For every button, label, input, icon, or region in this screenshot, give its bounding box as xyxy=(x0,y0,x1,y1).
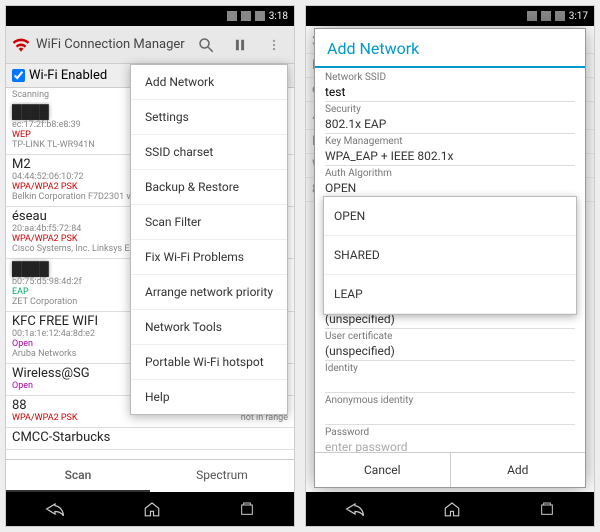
auth-option-open[interactable]: OPEN xyxy=(324,197,576,236)
back-icon[interactable] xyxy=(345,502,365,516)
back-icon[interactable] xyxy=(45,502,65,516)
home-icon[interactable] xyxy=(443,501,461,517)
auth-option-leap[interactable]: LEAP xyxy=(324,275,576,314)
overflow-icon[interactable] xyxy=(260,31,288,59)
auth-dropdown: OPEN SHARED LEAP xyxy=(323,196,577,315)
menu-fix-wifi[interactable]: Fix Wi-Fi Problems xyxy=(131,240,287,275)
anon-input[interactable] xyxy=(325,406,575,425)
add-button[interactable]: Add xyxy=(451,453,586,487)
ssid-label: Network SSID xyxy=(325,72,575,83)
menu-scan-filter[interactable]: Scan Filter xyxy=(131,205,287,240)
field-security: Security 802.1x EAP xyxy=(325,104,575,134)
field-keymgmt: Key Management WPA_EAP + IEEE 802.1x xyxy=(325,136,575,166)
home-icon[interactable] xyxy=(143,501,161,517)
status-icon xyxy=(555,11,565,21)
password-input[interactable]: enter password xyxy=(325,438,575,452)
dialog-body: Network SSID test Security 802.1x EAP Ke… xyxy=(315,68,585,452)
status-time: 3:17 xyxy=(569,11,588,22)
network-item[interactable]: CMCC-Starbucks xyxy=(6,428,294,450)
menu-backup-restore[interactable]: Backup & Restore xyxy=(131,170,287,205)
usercert-label: User certificate xyxy=(325,331,575,342)
menu-ssid-charset[interactable]: SSID charset xyxy=(131,135,287,170)
menu-network-tools[interactable]: Network Tools xyxy=(131,310,287,345)
field-auth: Auth Algorithm OPEN xyxy=(325,168,575,198)
status-bar: 3:17 xyxy=(306,6,594,26)
wifi-enabled-label: Wi-Fi Enabled xyxy=(29,68,107,83)
anon-label: Anonymous identity xyxy=(325,395,575,406)
field-usercert: User certificate (unspecified) xyxy=(325,331,575,361)
identity-label: Identity xyxy=(325,363,575,374)
field-identity: Identity xyxy=(325,363,575,393)
cancel-button[interactable]: Cancel xyxy=(315,453,451,487)
wifi-checkbox[interactable] xyxy=(12,69,25,82)
menu-hotspot[interactable]: Portable Wi-Fi hotspot xyxy=(131,345,287,380)
status-bar: 3:18 xyxy=(6,6,294,26)
app-title: WiFi Connection Manager xyxy=(36,37,186,52)
menu-settings[interactable]: Settings xyxy=(131,100,287,135)
password-label: Password xyxy=(325,427,575,438)
status-icon xyxy=(227,11,237,21)
pause-icon[interactable] xyxy=(226,31,254,59)
nav-bar xyxy=(306,492,594,526)
overflow-menu: Add Network Settings SSID charset Backup… xyxy=(130,64,288,415)
usercert-select[interactable]: (unspecified) xyxy=(325,342,575,361)
phone-right: 3:17 3樓 M2 éseau 小明 KFC Wire 88 Add Netw… xyxy=(305,5,595,527)
bottom-tabs: Scan Spectrum xyxy=(6,459,294,492)
status-icon xyxy=(527,11,537,21)
field-anon: Anonymous identity xyxy=(325,395,575,425)
recents-icon[interactable] xyxy=(239,501,255,517)
add-network-dialog: Add Network Network SSID test Security 8… xyxy=(314,28,586,488)
recents-icon[interactable] xyxy=(539,501,555,517)
tab-scan[interactable]: Scan xyxy=(6,460,150,492)
menu-arrange-priority[interactable]: Arrange network priority xyxy=(131,275,287,310)
wifi-icon xyxy=(12,38,30,52)
field-ssid: Network SSID test xyxy=(325,72,575,102)
identity-input[interactable] xyxy=(325,374,575,393)
security-select[interactable]: 802.1x EAP xyxy=(325,115,575,134)
keymgmt-label: Key Management xyxy=(325,136,575,147)
security-label: Security xyxy=(325,104,575,115)
menu-add-network[interactable]: Add Network xyxy=(131,65,287,100)
network-ssid: CMCC-Starbucks xyxy=(12,430,288,445)
keymgmt-select[interactable]: WPA_EAP + IEEE 802.1x xyxy=(325,147,575,166)
auth-option-shared[interactable]: SHARED xyxy=(324,236,576,275)
dialog-title: Add Network xyxy=(315,29,585,68)
tab-spectrum[interactable]: Spectrum xyxy=(150,460,294,492)
status-time: 3:18 xyxy=(269,11,288,22)
action-bar: WiFi Connection Manager xyxy=(6,26,294,64)
search-icon[interactable] xyxy=(192,31,220,59)
menu-help[interactable]: Help xyxy=(131,380,287,414)
status-icon xyxy=(241,11,251,21)
ssid-input[interactable]: test xyxy=(325,83,575,102)
field-password: Password enter password xyxy=(325,427,575,452)
phone-left: 3:18 WiFi Connection Manager Wi-Fi Enabl… xyxy=(5,5,295,527)
dialog-buttons: Cancel Add xyxy=(315,452,585,487)
status-icon xyxy=(255,11,265,21)
status-icon xyxy=(541,11,551,21)
auth-label: Auth Algorithm xyxy=(325,168,575,179)
nav-bar xyxy=(6,492,294,526)
